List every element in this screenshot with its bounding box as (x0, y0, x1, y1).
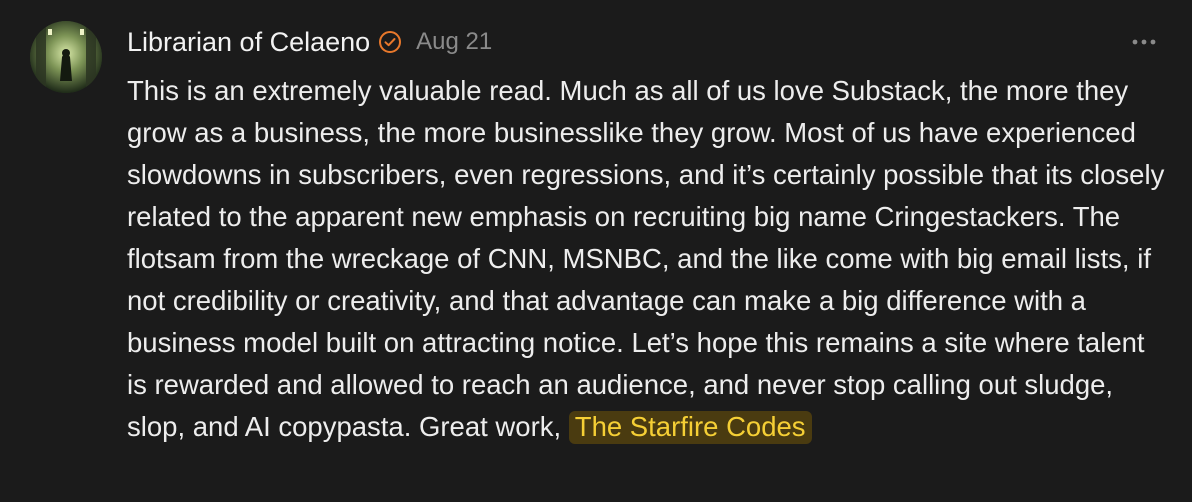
author-name[interactable]: Librarian of Celaeno (127, 27, 370, 58)
avatar[interactable] (30, 21, 102, 93)
comment-text: This is an extremely valuable read. Much… (127, 75, 1165, 442)
comment-body: This is an extremely valuable read. Much… (127, 70, 1167, 448)
comment-content: Librarian of Celaeno Aug 21 This is an e… (127, 24, 1167, 448)
comment-date[interactable]: Aug 21 (416, 28, 492, 56)
more-horizontal-icon[interactable] (1130, 32, 1158, 52)
comment-header: Librarian of Celaeno Aug 21 (127, 24, 1167, 60)
avatar-image (30, 21, 102, 93)
comment: Librarian of Celaeno Aug 21 This is an e… (0, 0, 1192, 502)
verified-check-icon (378, 30, 402, 54)
user-mention[interactable]: The Starfire Codes (568, 411, 812, 444)
